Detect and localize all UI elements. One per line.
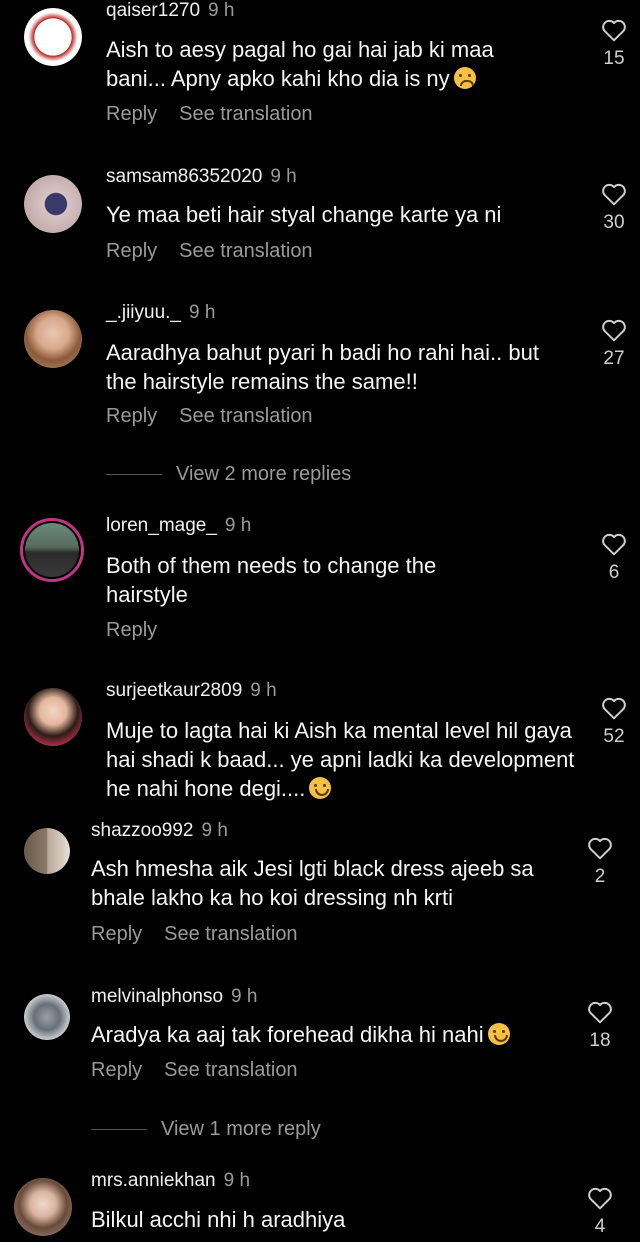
- view-more-replies-button[interactable]: View 2 more replies: [106, 463, 351, 486]
- like-count: 18: [589, 1030, 611, 1051]
- username[interactable]: mrs.anniekhan: [91, 1170, 216, 1191]
- comment-text: Aish to aesy pagal ho gai hai jab ki maa…: [106, 37, 494, 91]
- username[interactable]: melvinalphonso: [91, 986, 223, 1007]
- timestamp: 9 h: [270, 166, 297, 187]
- heart-outline-icon: [602, 533, 626, 556]
- heart-outline-icon: [588, 1001, 612, 1024]
- heart-outline-icon: [588, 837, 612, 860]
- like-button[interactable]: 6: [594, 532, 634, 584]
- avatar[interactable]: [24, 688, 82, 746]
- avatar[interactable]: [24, 310, 82, 368]
- timestamp: 9 h: [189, 302, 216, 323]
- like-button[interactable]: 18: [580, 1000, 620, 1052]
- heart-outline-icon: [602, 183, 626, 206]
- like-count: 52: [603, 726, 625, 747]
- comment-text: Ash hmesha aik Jesi lgti black dress aje…: [91, 856, 534, 910]
- username[interactable]: qaiser1270: [106, 0, 200, 21]
- username[interactable]: shazzoo992: [91, 820, 193, 841]
- timestamp: 9 h: [250, 680, 277, 701]
- reply-button[interactable]: Reply: [91, 923, 142, 945]
- avatar[interactable]: [24, 994, 70, 1040]
- avatar[interactable]: [24, 828, 70, 874]
- see-translation-button[interactable]: See translation: [179, 240, 312, 262]
- comment-text: Both of them needs to change the hairsty…: [106, 553, 437, 607]
- grinning-sweat-emoji-icon: [487, 1023, 510, 1045]
- heart-outline-icon: [602, 19, 626, 42]
- username[interactable]: surjeetkaur2809: [106, 680, 242, 701]
- view-more-replies-button[interactable]: View 1 more reply: [91, 1118, 321, 1141]
- username[interactable]: _.jiiyuu._: [106, 302, 181, 323]
- view-more-label: View 2 more replies: [176, 463, 352, 485]
- view-more-label: View 1 more reply: [161, 1118, 321, 1140]
- comment-text: Muje to lagta hai ki Aish ka mental leve…: [106, 718, 575, 801]
- comment-text: Aradya ka aaj tak forehead dikha hi nahi: [91, 1022, 484, 1047]
- reply-button[interactable]: Reply: [106, 240, 157, 262]
- heart-outline-icon: [602, 697, 626, 720]
- comment-text: Ye maa beti hair styal change karte ya n…: [106, 202, 502, 227]
- like-button[interactable]: 30: [594, 182, 634, 234]
- like-count: 4: [594, 1216, 606, 1237]
- comment-text: Bilkul acchi nhi h aradhiya: [91, 1207, 346, 1232]
- like-count: 30: [603, 212, 625, 233]
- reply-button[interactable]: Reply: [106, 405, 157, 427]
- like-count: 6: [608, 562, 620, 583]
- avatar[interactable]: [24, 175, 82, 233]
- username[interactable]: loren_mage_: [106, 515, 217, 536]
- like-button[interactable]: 4: [580, 1186, 620, 1238]
- timestamp: 9 h: [208, 0, 235, 21]
- timestamp: 9 h: [223, 1170, 251, 1191]
- see-translation-button[interactable]: See translation: [164, 923, 297, 945]
- like-button[interactable]: 2: [580, 836, 620, 888]
- divider: [91, 1129, 147, 1131]
- like-button[interactable]: 27: [594, 318, 634, 370]
- like-button[interactable]: 15: [594, 18, 634, 70]
- see-translation-button[interactable]: See translation: [179, 103, 312, 125]
- heart-outline-icon: [602, 319, 626, 342]
- divider: [106, 474, 162, 476]
- heart-outline-icon: [588, 1187, 612, 1210]
- timestamp: 9 h: [201, 820, 228, 841]
- reply-button[interactable]: Reply: [91, 1059, 142, 1081]
- see-translation-button[interactable]: See translation: [179, 405, 312, 427]
- grinning-sweat-emoji-icon: [309, 777, 332, 799]
- comment-text: Aaradhya bahut pyari h badi ho rahi hai.…: [106, 340, 539, 394]
- avatar[interactable]: [24, 8, 82, 66]
- timestamp: 9 h: [231, 986, 258, 1007]
- reply-button[interactable]: Reply: [106, 619, 157, 641]
- like-button[interactable]: 52: [594, 696, 634, 748]
- sad-face-emoji-icon: [453, 67, 476, 89]
- avatar-with-story-ring[interactable]: [20, 518, 84, 582]
- see-translation-button[interactable]: See translation: [164, 1059, 297, 1081]
- reply-button[interactable]: Reply: [106, 103, 157, 125]
- like-count: 27: [603, 348, 625, 369]
- avatar[interactable]: [14, 1178, 72, 1236]
- timestamp: 9 h: [224, 515, 252, 536]
- username[interactable]: samsam86352020: [106, 166, 262, 187]
- like-count: 2: [594, 866, 606, 887]
- like-count: 15: [603, 48, 625, 69]
